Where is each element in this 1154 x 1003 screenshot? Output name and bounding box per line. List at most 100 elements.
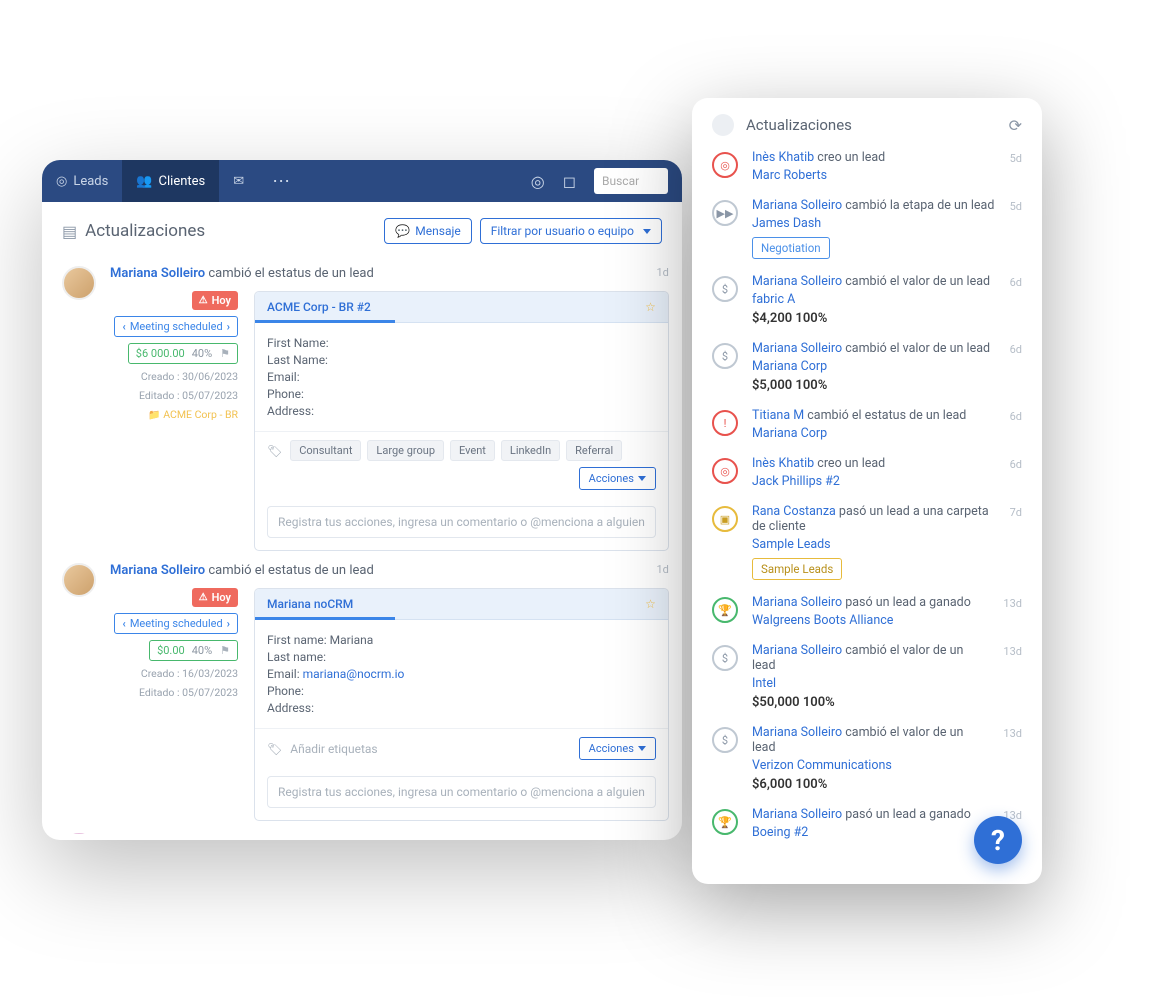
subject-link[interactable]: Boeing #2 bbox=[752, 825, 989, 840]
user-link[interactable]: Rana Costanza bbox=[752, 504, 836, 519]
caret-icon bbox=[643, 229, 651, 234]
user-link[interactable]: Mariana Solleiro bbox=[752, 643, 842, 658]
actions-button[interactable]: Acciones bbox=[579, 467, 656, 490]
tags-row: 🏷 Añadir etiquetas Acciones bbox=[255, 728, 668, 768]
tag-chip[interactable]: LinkedIn bbox=[501, 440, 560, 461]
card-header[interactable]: ACME Corp - BR #2☆ bbox=[255, 292, 668, 323]
avatar[interactable] bbox=[62, 266, 96, 300]
folder-link[interactable]: ACME Corp - BR bbox=[148, 408, 238, 421]
timeline-item[interactable]: !Titiana M cambió el estatus de un leadM… bbox=[712, 408, 1022, 441]
message-button[interactable]: 💬Mensaje bbox=[384, 218, 471, 244]
timeline-item[interactable]: $Mariana Solleiro cambió el valor de un … bbox=[712, 341, 1022, 393]
edited-label: Editado : 05/07/2023 bbox=[139, 389, 238, 402]
actions-button[interactable]: Acciones bbox=[579, 737, 656, 760]
field-row: First Name: bbox=[267, 336, 656, 350]
lead-card: ACME Corp - BR #2☆ First Name: Last Name:… bbox=[254, 291, 669, 551]
trophy-icon: 🏆 bbox=[712, 809, 738, 835]
user-link[interactable]: Mariana Solleiro bbox=[752, 725, 842, 740]
bookmark-icon[interactable]: ◻ bbox=[563, 172, 576, 191]
lead-card: Mariana noCRM☆ First name: Mariana Last na… bbox=[254, 588, 669, 821]
avatar[interactable] bbox=[62, 563, 96, 597]
subject-link[interactable]: James Dash bbox=[752, 216, 996, 231]
popup-header: Actualizaciones ⟳ bbox=[712, 114, 1022, 136]
tag-icon: 🏷 bbox=[267, 742, 282, 756]
tab-label: Leads bbox=[73, 174, 108, 189]
tab-mail[interactable]: ✉ bbox=[219, 160, 258, 202]
tag-chip[interactable]: Event bbox=[450, 440, 495, 461]
user-link[interactable]: Mariana Solleiro bbox=[110, 563, 205, 578]
refresh-icon[interactable]: ⟳ bbox=[1009, 116, 1022, 135]
search-input[interactable]: Buscar bbox=[594, 168, 668, 194]
subject-link[interactable]: Mariana Corp bbox=[752, 359, 996, 374]
item-text: Mariana Solleiro cambió la etapa de un l… bbox=[752, 198, 996, 259]
star-icon[interactable]: ☆ bbox=[645, 597, 656, 611]
tag-chip[interactable]: Large group bbox=[367, 440, 444, 461]
edited-label: Editado : 05/07/2023 bbox=[139, 686, 238, 699]
card-header[interactable]: Mariana noCRM☆ bbox=[255, 589, 668, 620]
target-nav-icon[interactable]: ◎ bbox=[531, 172, 545, 191]
subject-link[interactable]: fabric A bbox=[752, 292, 996, 307]
search-placeholder: Buscar bbox=[602, 174, 639, 188]
popup-title: Actualizaciones bbox=[746, 116, 997, 134]
field-row: Last Name: bbox=[267, 353, 656, 367]
user-link[interactable]: Mariana Solleiro bbox=[110, 266, 205, 281]
subject-link[interactable]: Verizon Communications bbox=[752, 758, 989, 773]
tags-placeholder[interactable]: Añadir etiquetas bbox=[290, 742, 377, 756]
item-text: Mariana Solleiro pasó un lead a ganadoBo… bbox=[752, 807, 989, 840]
status-badge[interactable]: Meeting scheduled bbox=[114, 316, 238, 337]
field-row: Email: bbox=[267, 370, 656, 384]
user-link[interactable]: Mariana Solleiro bbox=[752, 274, 842, 289]
feed-item: Mariana Solleiro cambió el estatus de un… bbox=[62, 563, 662, 821]
status-badge[interactable]: Meeting scheduled bbox=[114, 613, 238, 634]
comment-input[interactable]: Registra tus acciones, ingresa un coment… bbox=[267, 776, 656, 808]
tab-label: Clientes bbox=[159, 174, 206, 189]
tag-chip[interactable]: Consultant bbox=[290, 440, 361, 461]
subject-link[interactable]: Walgreens Boots Alliance bbox=[752, 613, 989, 628]
timestamp: 6d bbox=[1010, 341, 1022, 393]
user-link[interactable]: Inès Khatib bbox=[752, 456, 814, 471]
timeline-item[interactable]: ▣Rana Costanza pasó un lead a una carpet… bbox=[712, 504, 1022, 580]
tab-clientes[interactable]: 👥Clientes bbox=[122, 160, 219, 202]
page-title: Actualizaciones bbox=[85, 221, 384, 241]
dollar-icon: $ bbox=[712, 645, 738, 671]
timeline-item[interactable]: 🏆Mariana Solleiro pasó un lead a ganadoW… bbox=[712, 595, 1022, 628]
timeline-item[interactable]: ◎Inès Khatib creo un leadMarc Roberts5d bbox=[712, 150, 1022, 183]
user-link[interactable]: Mariana Solleiro bbox=[752, 198, 842, 213]
field-row: Last name: bbox=[267, 650, 656, 664]
timestamp: 1d bbox=[650, 833, 662, 834]
caret-icon bbox=[638, 476, 646, 481]
email-link[interactable]: mariana@nocrm.io bbox=[303, 667, 405, 681]
user-link[interactable]: Titiana M bbox=[752, 408, 804, 423]
subject-link[interactable]: Intel bbox=[752, 676, 989, 691]
user-link[interactable]: Titiana M bbox=[110, 833, 165, 834]
item-text: Inès Khatib creo un leadJack Phillips #2 bbox=[752, 456, 996, 489]
tag-icon: 🏷 bbox=[267, 444, 282, 458]
filter-button[interactable]: Filtrar por usuario o equipo bbox=[480, 218, 662, 244]
timeline-item[interactable]: $Mariana Solleiro cambió el valor de un … bbox=[712, 643, 1022, 710]
feed-item: Mariana Solleiro cambió el estatus de un… bbox=[62, 266, 662, 551]
more-menu[interactable]: ⋯ bbox=[258, 171, 306, 192]
help-button[interactable]: ? bbox=[974, 816, 1022, 864]
subject-link[interactable]: Jack Phillips #2 bbox=[752, 474, 996, 489]
user-link[interactable]: Mariana Solleiro bbox=[752, 341, 842, 356]
avatar[interactable]: TM bbox=[62, 833, 96, 834]
user-link[interactable]: Inès Khatib bbox=[752, 150, 814, 165]
subject-link[interactable]: Marc Roberts bbox=[752, 168, 996, 183]
field-row: First name: Mariana bbox=[267, 633, 656, 647]
tab-leads[interactable]: ◎Leads bbox=[42, 160, 122, 202]
chat-icon: 💬 bbox=[395, 224, 410, 238]
comment-input[interactable]: Registra tus acciones, ingresa un coment… bbox=[267, 506, 656, 538]
timeline-item[interactable]: $Mariana Solleiro cambió el valor de un … bbox=[712, 274, 1022, 326]
subject-link[interactable]: Sample Leads bbox=[752, 537, 996, 552]
timeline-item[interactable]: ▶▶ Mariana Solleiro cambió la etapa de un… bbox=[712, 198, 1022, 259]
user-link[interactable]: Mariana Solleiro bbox=[752, 807, 842, 822]
timeline-item[interactable]: $Mariana Solleiro cambió el valor de un … bbox=[712, 725, 1022, 792]
tag-chip[interactable]: Referral bbox=[566, 440, 622, 461]
user-link[interactable]: Mariana Solleiro bbox=[752, 595, 842, 610]
subject-link[interactable]: Mariana Corp bbox=[752, 426, 996, 441]
star-icon[interactable]: ☆ bbox=[645, 300, 656, 314]
timestamp: 7d bbox=[1010, 504, 1022, 580]
forward-icon: ▶▶ bbox=[712, 200, 738, 226]
timeline-item[interactable]: ◎ Inès Khatib creo un leadJack Phillips #… bbox=[712, 456, 1022, 489]
target-icon: ◎ bbox=[712, 458, 738, 484]
